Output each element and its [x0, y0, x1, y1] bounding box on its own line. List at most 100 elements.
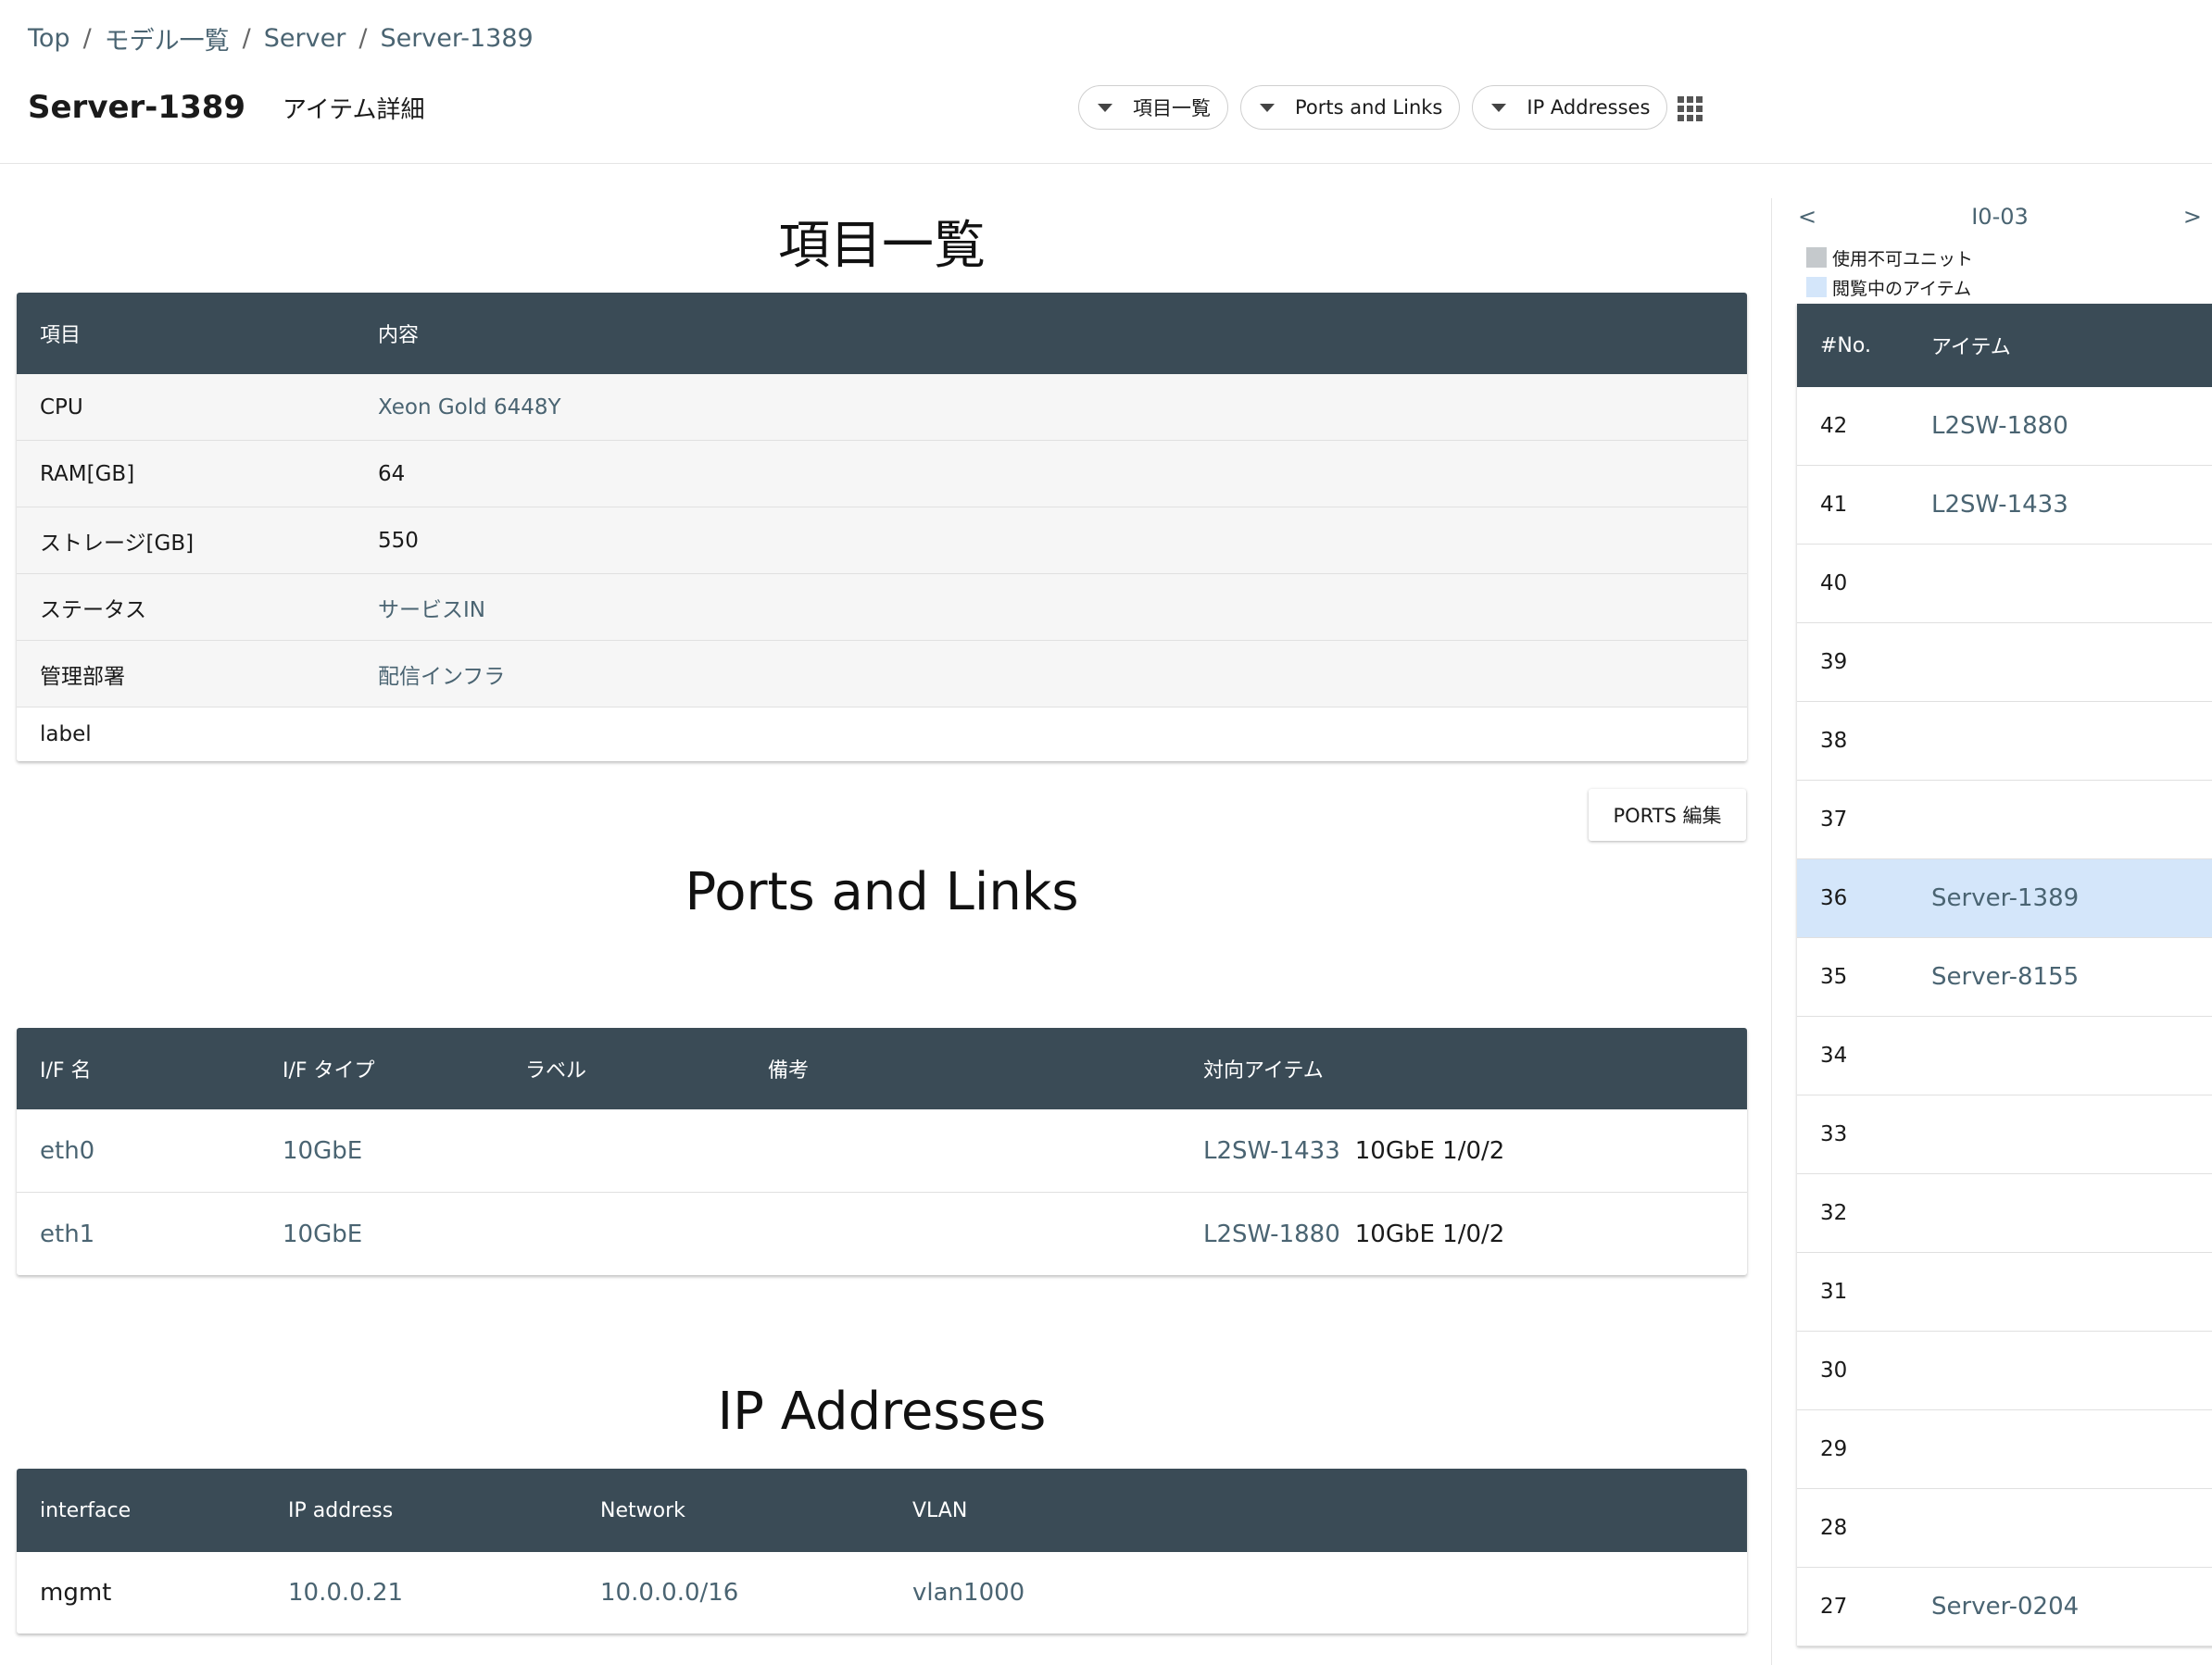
- rack-unit-row: 41 L2SW-1433: [1797, 466, 2212, 545]
- page-title: Server-1389: [28, 89, 246, 126]
- breadcrumb-top[interactable]: Top: [28, 24, 70, 53]
- ip-interface: mgmt: [40, 1579, 112, 1607]
- items-section-title: 項目一覧: [778, 216, 986, 276]
- header-note: 備考: [768, 1059, 810, 1083]
- row-value: 550: [378, 528, 419, 553]
- ports-edit-button[interactable]: PORTS 編集: [1589, 789, 1746, 841]
- peer-item-link[interactable]: L2SW-1433: [1203, 1137, 1340, 1165]
- peer-item-link[interactable]: L2SW-1880: [1203, 1221, 1340, 1248]
- row-value: 64: [378, 461, 406, 486]
- caret-down-icon: [1098, 103, 1112, 112]
- caret-down-icon: [1491, 103, 1507, 112]
- header-item: アイテム: [1931, 336, 2011, 359]
- rack-table: #No. アイテム 42 L2SW-1880 41 L2SW-1433 40 39 38 37…: [1797, 304, 2212, 1646]
- nav-ip-label: IP Addresses: [1527, 96, 1651, 119]
- nav-items-button[interactable]: 項目一覧: [1078, 85, 1228, 130]
- ports-table: I/F 名 I/F タイプ ラベル 備考 対向アイテム eth0 10GbE L…: [17, 1028, 1747, 1275]
- rack-panel: < I0-03 > 使用不可ユニット 閲覧中のアイテム #No. アイテム 42…: [1771, 198, 2212, 1665]
- rack-unit-item-link[interactable]: Server-0204: [1931, 1593, 2079, 1621]
- breadcrumb-separator: /: [358, 24, 368, 53]
- breadcrumb-current[interactable]: Server-1389: [380, 24, 533, 53]
- rack-name: I0-03: [1971, 204, 2029, 230]
- port-name-link[interactable]: eth0: [40, 1137, 94, 1165]
- rack-prev-button[interactable]: <: [1798, 204, 1816, 230]
- header: Top / モデル一覧 / Server / Server-1389 Serve…: [0, 0, 2212, 164]
- ip-address-link[interactable]: 10.0.0.21: [288, 1579, 403, 1607]
- rack-unit-no: 41: [1820, 493, 1848, 517]
- header-if-name: I/F 名: [40, 1059, 92, 1083]
- title-row: Server-1389 アイテム詳細: [28, 89, 424, 126]
- rack-unit-no: 33: [1820, 1122, 1848, 1146]
- rack-unit-item-link[interactable]: Server-1389: [1931, 884, 2079, 912]
- rack-unit-no: 34: [1820, 1044, 1848, 1068]
- rack-next-button[interactable]: >: [2183, 204, 2202, 230]
- rack-nav: < I0-03 >: [1798, 198, 2202, 235]
- header-key: 項目: [40, 324, 82, 347]
- row-key: 管理部署: [40, 664, 125, 689]
- page-subtitle: アイテム詳細: [283, 96, 425, 124]
- rack-unit-row: 30: [1797, 1332, 2212, 1410]
- rack-unit-no: 39: [1820, 650, 1848, 674]
- rack-unit-no: 28: [1820, 1516, 1848, 1540]
- rack-unit-row: 34: [1797, 1017, 2212, 1095]
- table-row: label: [17, 707, 1747, 761]
- header-label: ラベル: [525, 1059, 587, 1083]
- cpu-link[interactable]: Xeon Gold 6448Y: [378, 395, 561, 419]
- ip-table-header: interface IP address Network VLAN: [17, 1469, 1747, 1552]
- items-table: 項目 内容 CPU Xeon Gold 6448Y RAM[GB] 64 ストレ…: [17, 293, 1747, 761]
- rack-unit-no: 32: [1820, 1201, 1848, 1225]
- nav-ports-label: Ports and Links: [1295, 96, 1443, 119]
- ip-section-title: IP Addresses: [717, 1382, 1047, 1442]
- row-key: label: [40, 722, 92, 746]
- rack-unit-row: 31: [1797, 1253, 2212, 1332]
- header-interface: interface: [40, 1498, 132, 1522]
- items-table-header: 項目 内容: [17, 293, 1747, 374]
- nav-ports-button[interactable]: Ports and Links: [1240, 85, 1461, 130]
- rack-unit-row: 35 Server-8155: [1797, 938, 2212, 1017]
- breadcrumb-separator: /: [242, 24, 251, 53]
- department-link[interactable]: 配信インフラ: [378, 665, 505, 689]
- table-row: 管理部署 配信インフラ: [17, 641, 1747, 707]
- rack-unit-row: 39: [1797, 623, 2212, 702]
- port-type-link[interactable]: 10GbE: [283, 1137, 362, 1165]
- breadcrumb-server[interactable]: Server: [264, 24, 346, 53]
- status-link[interactable]: サービスIN: [378, 598, 485, 622]
- header-value: 内容: [378, 324, 420, 347]
- legend-swatch-unavailable: [1806, 247, 1827, 268]
- breadcrumb-model-list[interactable]: モデル一覧: [105, 20, 230, 56]
- nav-items-label: 項目一覧: [1133, 97, 1211, 119]
- table-row: eth0 10GbE L2SW-1433 10GbE 1/0/2: [17, 1109, 1747, 1193]
- rack-unit-row: 42 L2SW-1880: [1797, 387, 2212, 466]
- section-nav: 項目一覧 Ports and Links IP Addresses: [1078, 85, 1679, 130]
- rack-unit-no: 29: [1820, 1437, 1848, 1461]
- legend-item: 使用不可ユニット: [1806, 243, 1973, 272]
- rack-unit-row: 33: [1797, 1095, 2212, 1174]
- header-unit-no: #No.: [1820, 333, 1871, 357]
- rack-unit-row: 37: [1797, 781, 2212, 859]
- apps-grid-icon[interactable]: [1678, 96, 1703, 121]
- peer-port: 10GbE 1/0/2: [1354, 1136, 1505, 1165]
- row-key: CPU: [40, 394, 83, 419]
- table-row: ステータス サービスIN: [17, 574, 1747, 641]
- network-link[interactable]: 10.0.0.0/16: [600, 1579, 738, 1607]
- rack-unit-item-link[interactable]: L2SW-1880: [1931, 412, 2068, 440]
- nav-ip-button[interactable]: IP Addresses: [1472, 85, 1668, 130]
- vlan-link[interactable]: vlan1000: [912, 1579, 1024, 1607]
- port-type-link[interactable]: 10GbE: [283, 1221, 362, 1248]
- row-key: ストレージ[GB]: [40, 531, 195, 556]
- header-network: Network: [600, 1498, 685, 1522]
- port-name-link[interactable]: eth1: [40, 1221, 94, 1248]
- rack-unit-no: 42: [1820, 414, 1848, 438]
- rack-unit-item-link[interactable]: Server-8155: [1931, 963, 2079, 991]
- rack-table-header: #No. アイテム: [1797, 304, 2212, 387]
- rack-unit-item-link[interactable]: L2SW-1433: [1931, 491, 2068, 519]
- breadcrumb: Top / モデル一覧 / Server / Server-1389: [28, 20, 534, 56]
- caret-down-icon: [1260, 103, 1275, 112]
- legend-label: 使用不可ユニット: [1832, 248, 1974, 269]
- rack-unit-row-active: 36 Server-1389: [1797, 859, 2212, 938]
- ports-table-header: I/F 名 I/F タイプ ラベル 備考 対向アイテム: [17, 1028, 1747, 1109]
- rack-unit-row: 29: [1797, 1410, 2212, 1489]
- rack-legend: 使用不可ユニット 閲覧中のアイテム: [1806, 243, 1973, 302]
- table-row: mgmt 10.0.0.21 10.0.0.0/16 vlan1000: [17, 1552, 1747, 1634]
- legend-item: 閲覧中のアイテム: [1806, 272, 1973, 302]
